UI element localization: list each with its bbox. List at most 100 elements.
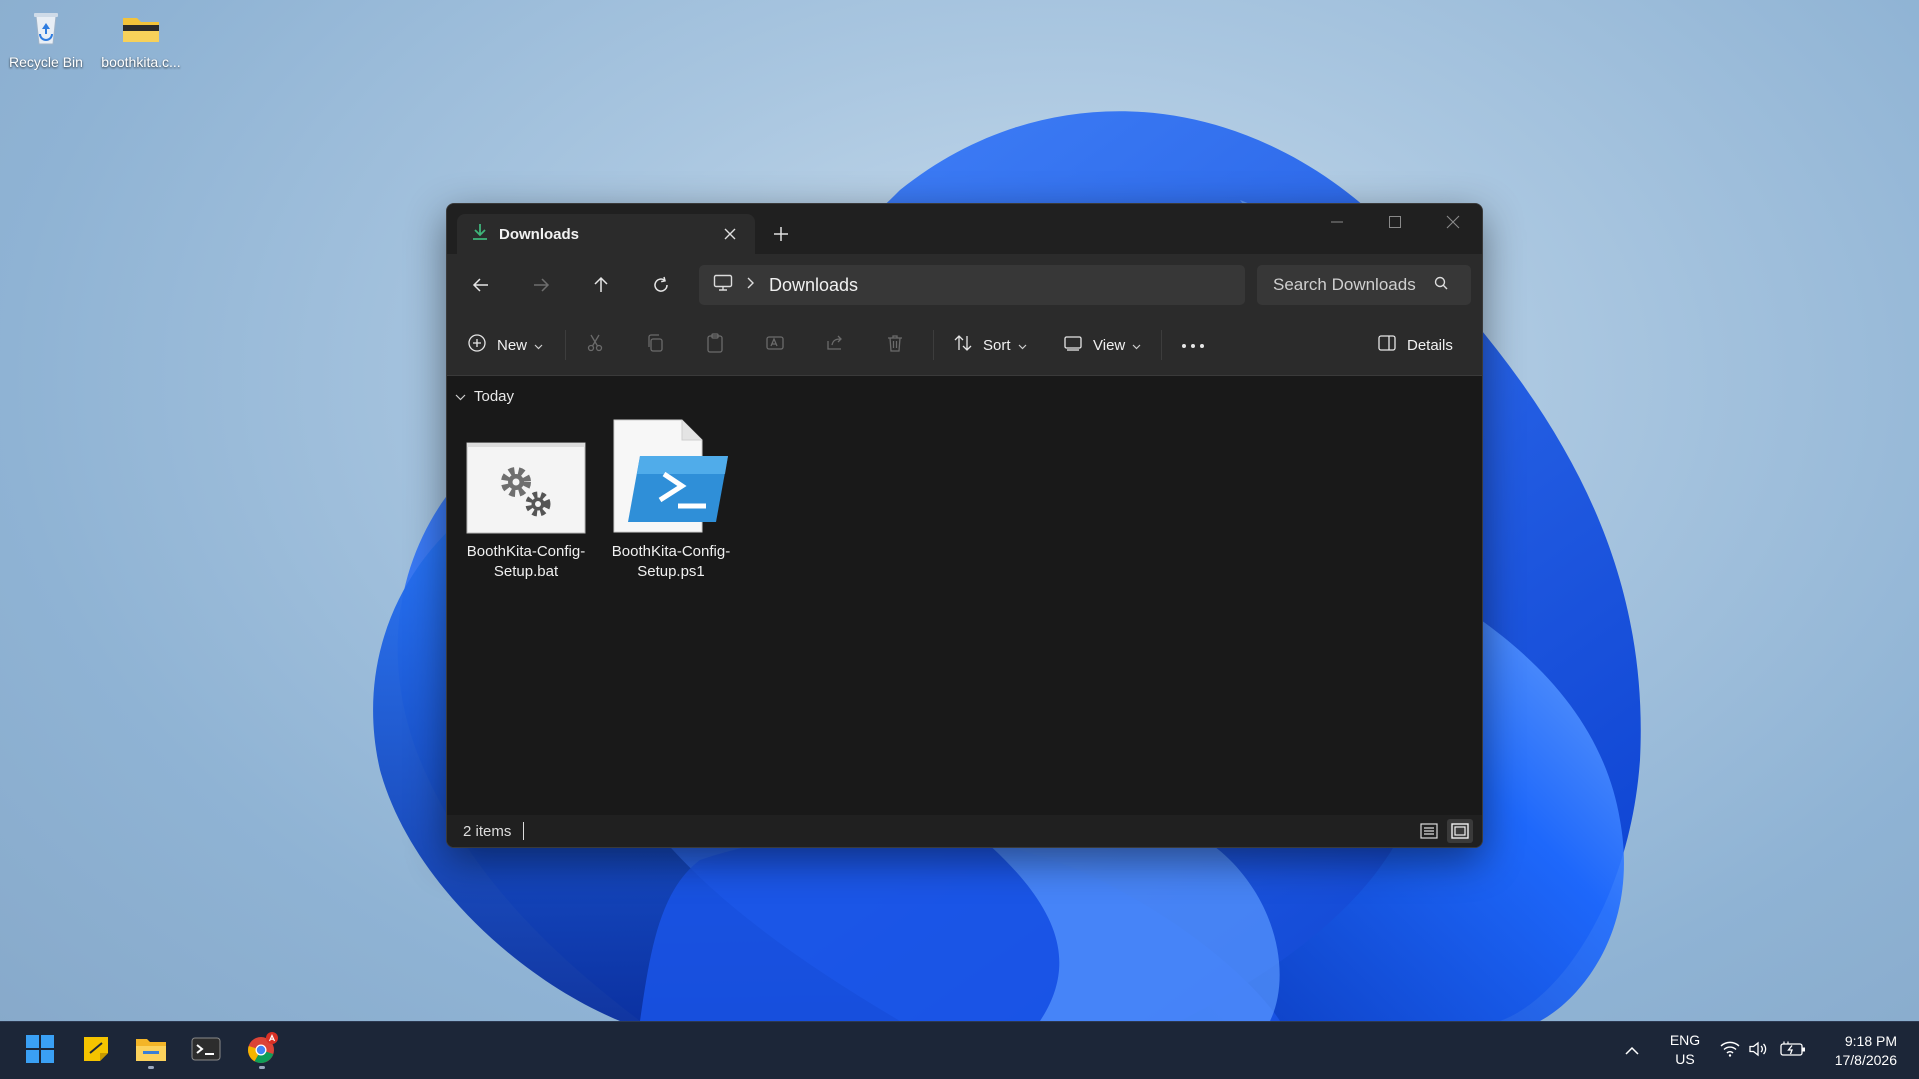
chevron-down-icon [534, 337, 543, 354]
ellipsis-icon [1181, 337, 1205, 354]
details-pane-icon [1377, 333, 1397, 357]
tab-downloads[interactable]: Downloads [457, 214, 755, 254]
forward-button[interactable] [525, 269, 557, 301]
running-indicator [148, 1066, 154, 1069]
details-view-toggle[interactable] [1416, 819, 1442, 843]
taskbar-sticky-notes[interactable] [76, 1031, 116, 1071]
recycle-bin-icon [24, 6, 68, 50]
toolbar-divider [1161, 330, 1162, 360]
view-label: View [1093, 336, 1126, 354]
start-icon [25, 1034, 55, 1069]
more-options-button[interactable] [1181, 329, 1205, 361]
speaker-icon [1748, 1041, 1768, 1062]
status-bar: 2 items [447, 815, 1482, 847]
desktop-icon-recycle-bin[interactable]: Recycle Bin [0, 6, 92, 70]
back-button[interactable] [465, 269, 497, 301]
chevron-up-icon [1625, 1042, 1639, 1060]
sort-button[interactable]: Sort [953, 329, 1027, 361]
system-clock[interactable]: 9:18 PM 17/8/2026 [1835, 1032, 1897, 1070]
chevron-right-icon [745, 276, 755, 294]
navigation-bar: Downloads [447, 254, 1482, 314]
search-input[interactable] [1273, 275, 1433, 295]
rename-icon [765, 333, 785, 357]
file-explorer-icon [135, 1035, 167, 1068]
desktop-icon-label: Recycle Bin [9, 54, 83, 70]
chevron-down-icon [455, 388, 466, 405]
refresh-button[interactable] [645, 269, 677, 301]
file-name: BoothKita-Config-Setup.ps1 [611, 543, 731, 580]
file-name: BoothKita-Config-Setup.bat [466, 543, 586, 580]
details-label: Details [1407, 336, 1453, 354]
cut-button[interactable] [585, 329, 605, 361]
sort-icon [953, 333, 973, 357]
view-icon [1063, 333, 1083, 357]
battery-button[interactable] [1773, 1031, 1813, 1071]
close-window-button[interactable] [1424, 204, 1482, 240]
region-code: US [1675, 1051, 1695, 1067]
file-item[interactable]: BoothKita-Config-Setup.ps1 [609, 416, 733, 582]
taskbar-chrome[interactable] [242, 1031, 282, 1071]
network-button[interactable] [1716, 1031, 1744, 1071]
item-count: 2 items [463, 822, 512, 840]
chrome-icon [245, 1031, 279, 1071]
clipboard-icon [705, 333, 725, 357]
battery-charging-icon [1780, 1041, 1806, 1062]
file-list-pane[interactable]: Today BoothKita-Config-Setup.bat BoothKi… [447, 376, 1482, 815]
share-button[interactable] [825, 329, 845, 361]
new-tab-button[interactable] [767, 220, 795, 248]
powershell-script-icon [609, 416, 733, 534]
clock-date: 17/8/2026 [1834, 1052, 1897, 1068]
close-tab-icon[interactable] [719, 223, 741, 245]
toolbar-divider [565, 330, 566, 360]
start-button[interactable] [20, 1031, 60, 1071]
taskbar: ENG US 9:18 PM 17/8/2026 [0, 1021, 1919, 1079]
clock-time: 9:18 PM [1844, 1033, 1897, 1049]
trash-icon [885, 333, 905, 357]
maximize-button[interactable] [1366, 204, 1424, 240]
desktop-icon-boothkita-folder[interactable]: boothkita.c... [95, 6, 187, 70]
this-pc-icon [713, 274, 733, 297]
toolbar-divider [933, 330, 934, 360]
new-button[interactable]: New [467, 329, 543, 361]
show-hidden-icons-button[interactable] [1616, 1031, 1648, 1071]
search-icon [1433, 275, 1449, 296]
tab-title: Downloads [499, 225, 580, 243]
share-icon [825, 333, 845, 357]
download-icon [471, 222, 489, 247]
folder-icon [119, 6, 163, 50]
tab-bar: Downloads [447, 204, 1482, 254]
chevron-down-icon [1132, 337, 1141, 354]
file-explorer-window: Downloads Downloads Search Downloads New… [446, 203, 1483, 848]
sort-label: Sort [983, 336, 1011, 354]
details-pane-button[interactable]: Details [1377, 329, 1453, 361]
copy-button[interactable] [645, 329, 665, 361]
chevron-down-icon [1018, 337, 1027, 354]
batch-file-icon [464, 416, 588, 534]
command-bar: New Sort View Details [447, 314, 1482, 376]
search-box[interactable] [1257, 265, 1471, 305]
terminal-icon [191, 1036, 221, 1067]
volume-button[interactable] [1744, 1031, 1772, 1071]
status-divider [523, 822, 525, 840]
taskbar-terminal[interactable] [186, 1031, 226, 1071]
address-bar[interactable]: Downloads [699, 265, 1245, 305]
large-icons-view-toggle[interactable] [1447, 819, 1473, 843]
new-label: New [497, 336, 528, 354]
scissors-icon [585, 333, 605, 357]
paste-button[interactable] [705, 329, 725, 361]
up-button[interactable] [585, 269, 617, 301]
file-item[interactable]: BoothKita-Config-Setup.bat [464, 416, 588, 582]
input-language-indicator[interactable]: ENG US [1662, 1031, 1708, 1069]
copy-icon [645, 333, 665, 357]
view-button[interactable]: View [1063, 329, 1141, 361]
taskbar-file-explorer[interactable] [131, 1031, 171, 1071]
wifi-icon [1720, 1041, 1740, 1062]
minimize-button[interactable] [1308, 204, 1366, 240]
running-indicator [259, 1066, 265, 1069]
group-header-today[interactable]: Today [455, 388, 514, 405]
rename-button[interactable] [765, 329, 785, 361]
delete-button[interactable] [885, 329, 905, 361]
breadcrumb-downloads[interactable]: Downloads [769, 275, 858, 296]
desktop-icon-label: boothkita.c... [101, 54, 181, 70]
language-code: ENG [1669, 1032, 1701, 1048]
